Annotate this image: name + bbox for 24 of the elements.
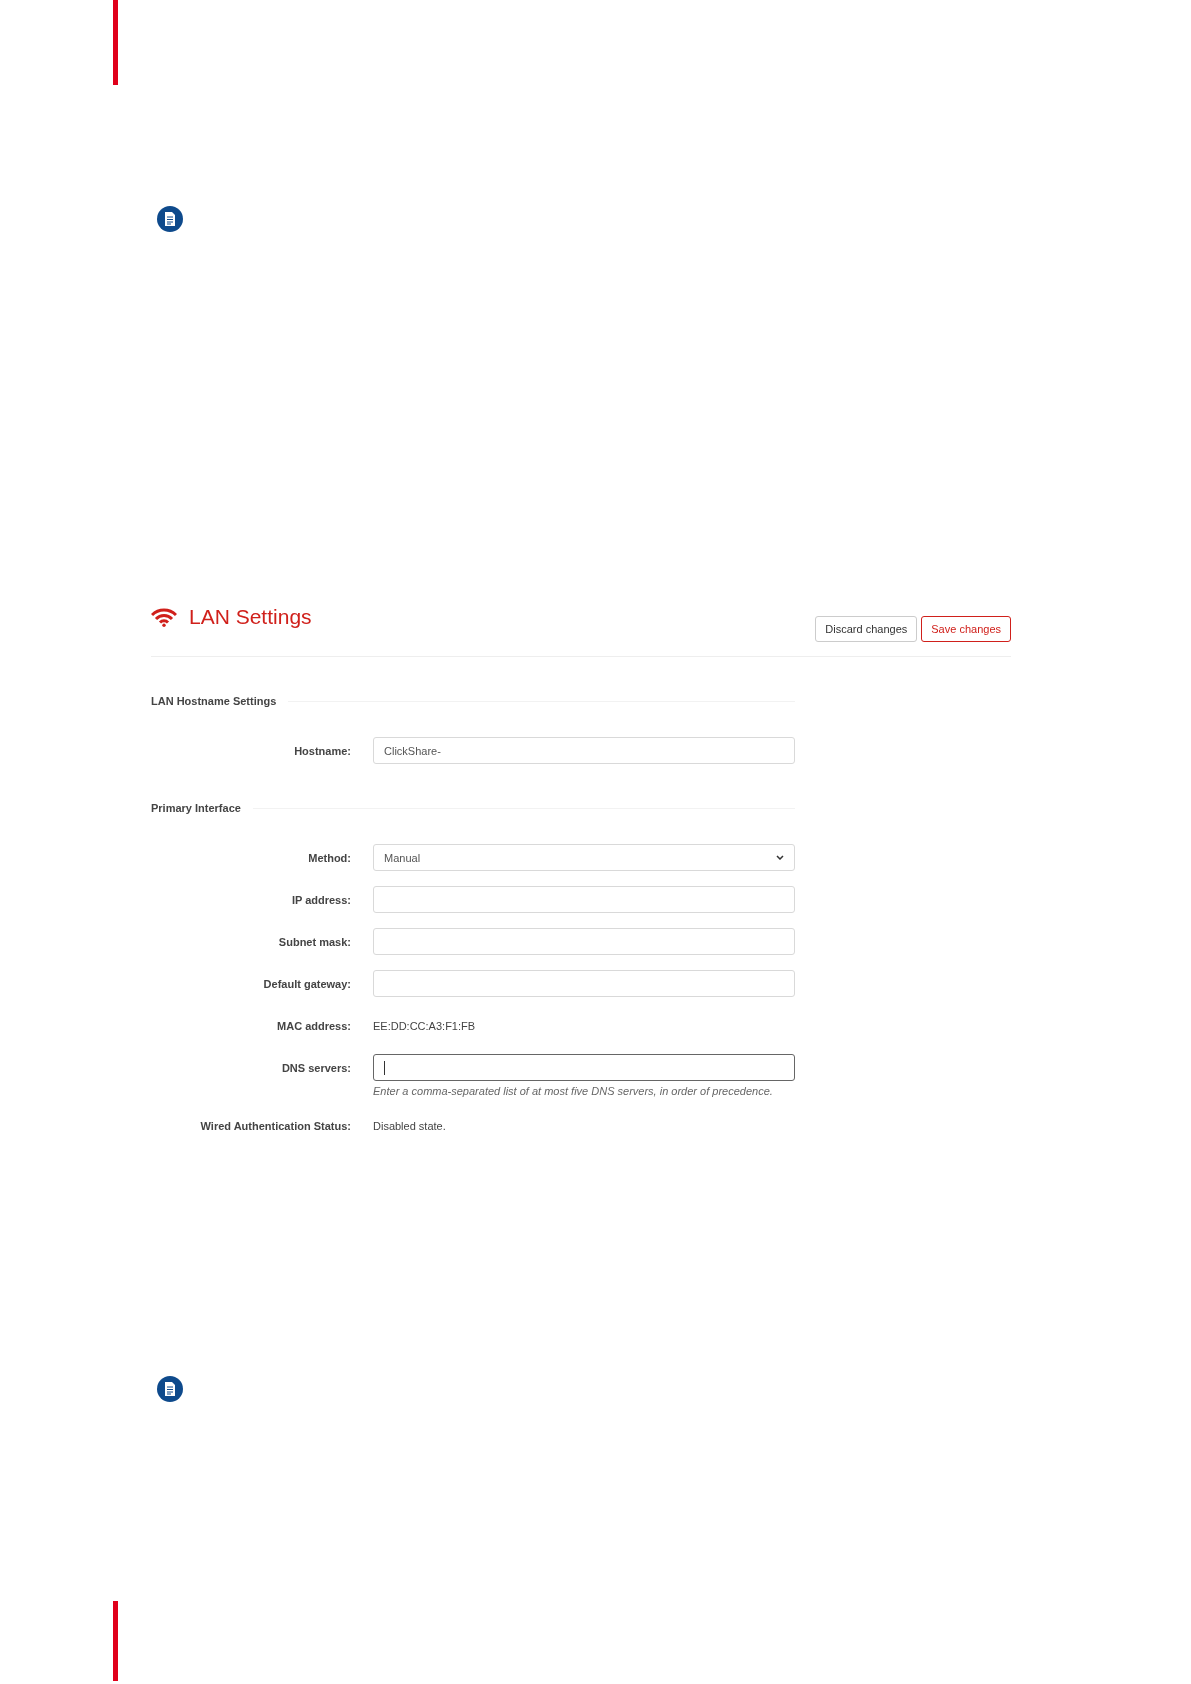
page-title: LAN Settings — [189, 605, 312, 629]
field-label: IP address: — [291, 893, 351, 906]
field-label: Wired Authentication Status: — [200, 1119, 351, 1132]
discard-button[interactable]: Discard changes — [815, 616, 918, 642]
field-label: Hostname: — [294, 744, 351, 757]
field-value: Disabled state. — [373, 1119, 447, 1132]
save-button[interactable]: Save changes — [921, 616, 1011, 642]
note-icon — [156, 1375, 184, 1403]
section-heading: LAN Hostname Settings — [151, 695, 277, 707]
note-icon — [156, 205, 184, 233]
text-cursor — [384, 1060, 385, 1075]
field-hint: Enter a comma-separated list of at most five DNS servers, in order of precedence. — [373, 1085, 774, 1097]
input-field[interactable] — [373, 1054, 795, 1081]
field-label: Method: — [308, 851, 351, 864]
field-label: DNS servers: — [281, 1061, 351, 1074]
field-label: Default gateway: — [263, 977, 351, 990]
chevron-down-icon — [776, 855, 784, 860]
section-heading: Primary Interface — [151, 802, 241, 814]
input-field[interactable]: ClickShare- — [373, 737, 795, 764]
field-label: MAC address: — [277, 1019, 351, 1032]
wifi-icon — [151, 607, 177, 627]
method-dropdown[interactable]: Manual — [373, 844, 795, 871]
field-label: Subnet mask: — [278, 935, 351, 948]
field-value: EE:DD:CC:A3:F1:FB — [373, 1019, 477, 1032]
